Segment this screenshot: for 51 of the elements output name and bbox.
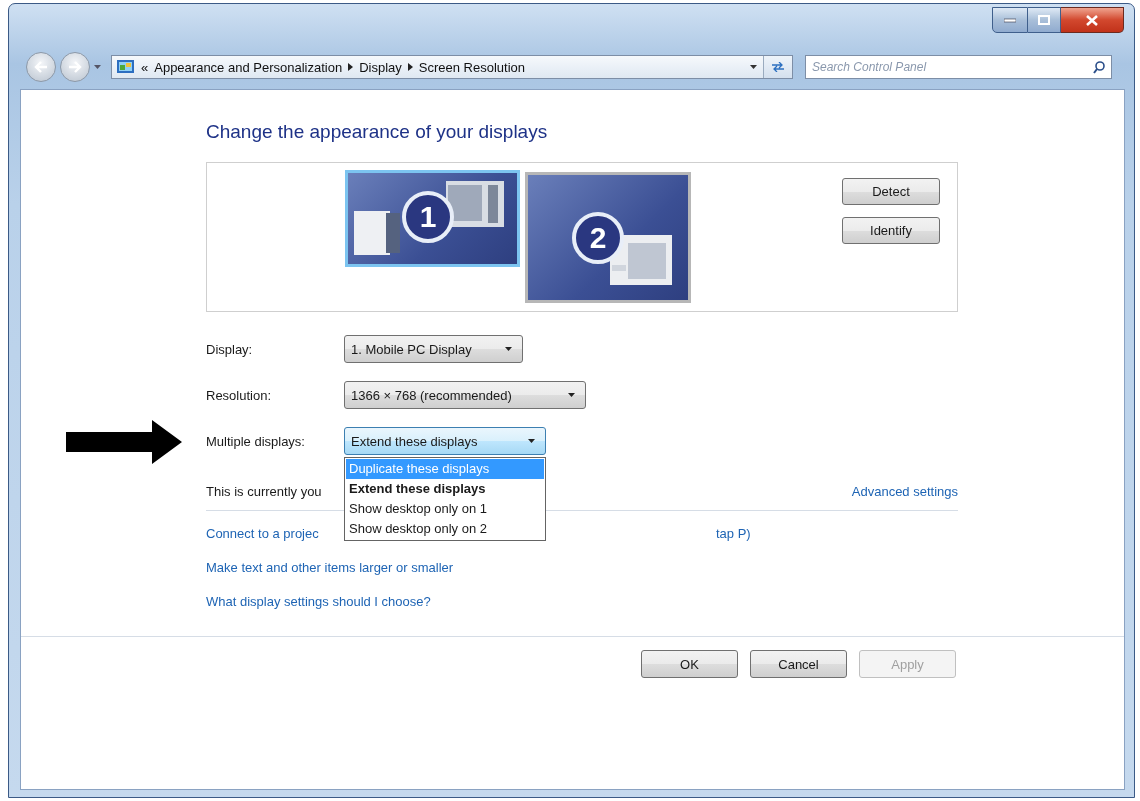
maximize-icon (1038, 15, 1050, 25)
dialog-button[interactable]: OK (641, 650, 738, 678)
minimize-button[interactable] (992, 7, 1028, 33)
close-button[interactable] (1061, 7, 1124, 33)
field-label: Resolution: (206, 387, 273, 403)
dropdown-option[interactable]: Show desktop only on 1 (346, 499, 544, 519)
dialog-button[interactable]: Cancel (750, 650, 847, 678)
back-arrow-icon (34, 61, 48, 73)
search-icon (1093, 61, 1105, 74)
field-label: Display: (206, 341, 254, 357)
breadcrumb-item[interactable]: Screen Resolution (418, 59, 525, 75)
address-bar[interactable]: « Appearance and Personalization Display Screen Resolution (111, 55, 793, 79)
dropdown-option[interactable]: Extend these displays (346, 479, 544, 499)
breadcrumb-item[interactable]: Display (359, 59, 402, 75)
forward-arrow-icon (68, 61, 82, 73)
maximize-button[interactable] (1028, 7, 1061, 33)
control-panel-icon (117, 59, 135, 75)
identify-button[interactable]: Identify (842, 217, 940, 244)
status-text: This is currently you (206, 483, 322, 501)
back-button[interactable] (26, 52, 56, 82)
detect-button[interactable]: Detect (842, 178, 940, 205)
forward-button[interactable] (60, 52, 90, 82)
help-link[interactable]: What display settings should I choose? (206, 592, 431, 612)
dropdown[interactable]: 1366 × 768 (recommended) (344, 381, 586, 409)
breadcrumb-item[interactable]: Appearance and Personalization (154, 59, 343, 75)
chevron-icon (348, 63, 354, 71)
display-number: 1 (402, 191, 454, 243)
dropdown[interactable]: 1. Mobile PC Display (344, 335, 523, 363)
breadcrumb-overflow[interactable]: « (141, 59, 149, 75)
caret-icon[interactable] (750, 65, 757, 69)
dropdown-option[interactable]: Show desktop only on 2 (346, 519, 544, 539)
monitor-tile[interactable]: 2 (525, 172, 691, 303)
page-heading: Change the appearance of your displays (206, 120, 549, 144)
refresh-button[interactable] (763, 56, 792, 78)
caret-icon (505, 347, 512, 351)
monitor-tile[interactable]: 1 (345, 170, 520, 267)
desktop-windows-drawing (610, 235, 672, 285)
dropdown[interactable]: Extend these displays (344, 427, 546, 455)
help-link[interactable]: Connect to a projec (206, 524, 319, 544)
caret-icon (528, 439, 535, 443)
caret-icon (568, 393, 575, 397)
display-number: 2 (572, 212, 624, 264)
advanced-settings-link[interactable]: Advanced settings (851, 482, 958, 502)
refresh-icon (771, 62, 785, 72)
minimize-icon (1004, 17, 1016, 23)
help-link[interactable]: tap P) (716, 524, 751, 544)
search-field[interactable]: Search Control Panel (805, 55, 1112, 79)
chevron-icon (407, 63, 413, 71)
field-label: Multiple displays: (206, 433, 306, 449)
close-icon (1086, 14, 1098, 26)
help-link[interactable]: Make text and other items larger or smaller (206, 558, 454, 578)
